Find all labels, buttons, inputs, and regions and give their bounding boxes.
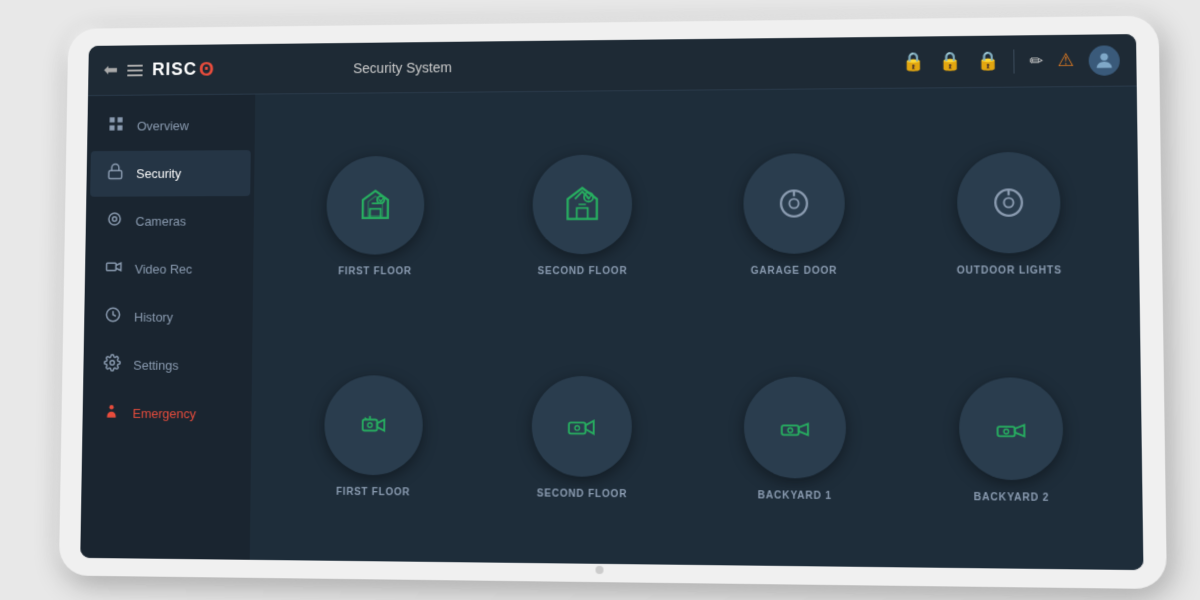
header: ⬅ RISC ʘ Security System 🔒 🔒 🔒 ✏ ⚠ [88,34,1137,96]
main-content: Overview Security [80,87,1143,571]
sidebar-item-overview[interactable]: Overview [91,102,251,149]
sidebar-label-videorec: Video Rec [135,262,193,277]
logo-icon: ʘ [199,60,214,80]
zone-label-first-floor-camera: FIRST FLOOR [336,486,410,498]
tablet-home-button[interactable] [595,566,603,574]
sidebar-label-emergency: Emergency [132,406,196,421]
zone-outdoor-lights[interactable]: OUTDOOR LIGHTS [956,151,1062,276]
logo-text: RISC [152,59,197,80]
lock-orange-icon[interactable]: 🔒 [902,51,925,72]
zone-label-outdoor-lights: OUTDOOR LIGHTS [957,265,1062,276]
overview-icon [106,115,125,137]
zone-label-second-floor-camera: SECOND FLOOR [537,488,627,500]
sidebar-item-settings[interactable]: Settings [87,342,249,389]
avatar[interactable] [1088,45,1119,76]
zone-circle-backyard2[interactable] [959,377,1064,480]
emergency-icon [102,402,122,425]
history-icon [103,306,123,329]
zone-garage-door[interactable]: GARAGE DOOR [743,153,845,277]
zone-circle-outdoor-lights[interactable] [957,151,1061,253]
sidebar-label-cameras: Cameras [135,214,186,229]
zone-label-backyard2: BACKYARD 2 [974,491,1050,503]
security-icon [106,163,125,185]
zone-label-second-floor-security: SECOND FLOOR [538,266,628,277]
cameras-icon [105,210,124,232]
lock-red-icon[interactable]: 🔒 [976,51,999,72]
zone-circle-first-floor-camera[interactable] [324,375,423,475]
alert-icon[interactable]: ⚠ [1057,50,1074,71]
sidebar-item-security[interactable]: Security [90,150,251,197]
sidebar-item-cameras[interactable]: Cameras [89,198,250,244]
content-area: FIRST FLOOR SECOND FLOOR [250,87,1144,571]
zone-backyard2[interactable]: BACKYARD 2 [959,377,1064,504]
sidebar-item-emergency[interactable]: Emergency [86,390,248,437]
menu-button[interactable] [127,64,142,76]
zone-second-floor-camera[interactable]: SECOND FLOOR [532,375,632,499]
sidebar-label-overview: Overview [137,118,189,133]
header-title: Security System [353,54,902,75]
zone-circle-second-floor-camera[interactable] [532,375,632,476]
zone-first-floor-security[interactable]: FIRST FLOOR [326,155,425,276]
zone-label-first-floor-security: FIRST FLOOR [338,266,412,277]
sidebar-item-videorec[interactable]: Video Rec [89,246,250,292]
zone-first-floor-camera[interactable]: FIRST FLOOR [324,375,423,498]
zone-second-floor-security[interactable]: SECOND FLOOR [533,154,633,277]
header-left: ⬅ RISC ʘ [103,58,353,81]
edit-icon[interactable]: ✏ [1029,51,1043,71]
tablet-screen: ⬅ RISC ʘ Security System 🔒 🔒 🔒 ✏ ⚠ [80,34,1143,570]
sidebar-label-settings: Settings [133,358,178,373]
zone-label-backyard1: BACKYARD 1 [758,490,832,502]
settings-icon [102,354,122,377]
zone-circle-garage-door[interactable] [743,153,845,254]
header-icons: 🔒 🔒 🔒 ✏ ⚠ [902,45,1120,77]
zone-label-garage-door: GARAGE DOOR [751,265,838,276]
logo: RISC ʘ [152,59,214,80]
sidebar: Overview Security [80,95,255,560]
lock-green-icon[interactable]: 🔒 [939,51,962,72]
zone-circle-second-floor[interactable] [533,154,633,254]
sidebar-item-history[interactable]: History [88,294,249,340]
back-button[interactable]: ⬅ [103,60,118,80]
zone-backyard1[interactable]: BACKYARD 1 [743,376,845,502]
tablet-device: ⬅ RISC ʘ Security System 🔒 🔒 🔒 ✏ ⚠ [59,16,1167,589]
zone-circle-first-floor[interactable] [326,155,424,254]
videorec-icon [104,258,123,280]
zone-circle-backyard1[interactable] [743,376,845,478]
sidebar-label-security: Security [136,166,181,181]
sidebar-label-history: History [134,310,173,325]
header-divider [1014,49,1015,73]
